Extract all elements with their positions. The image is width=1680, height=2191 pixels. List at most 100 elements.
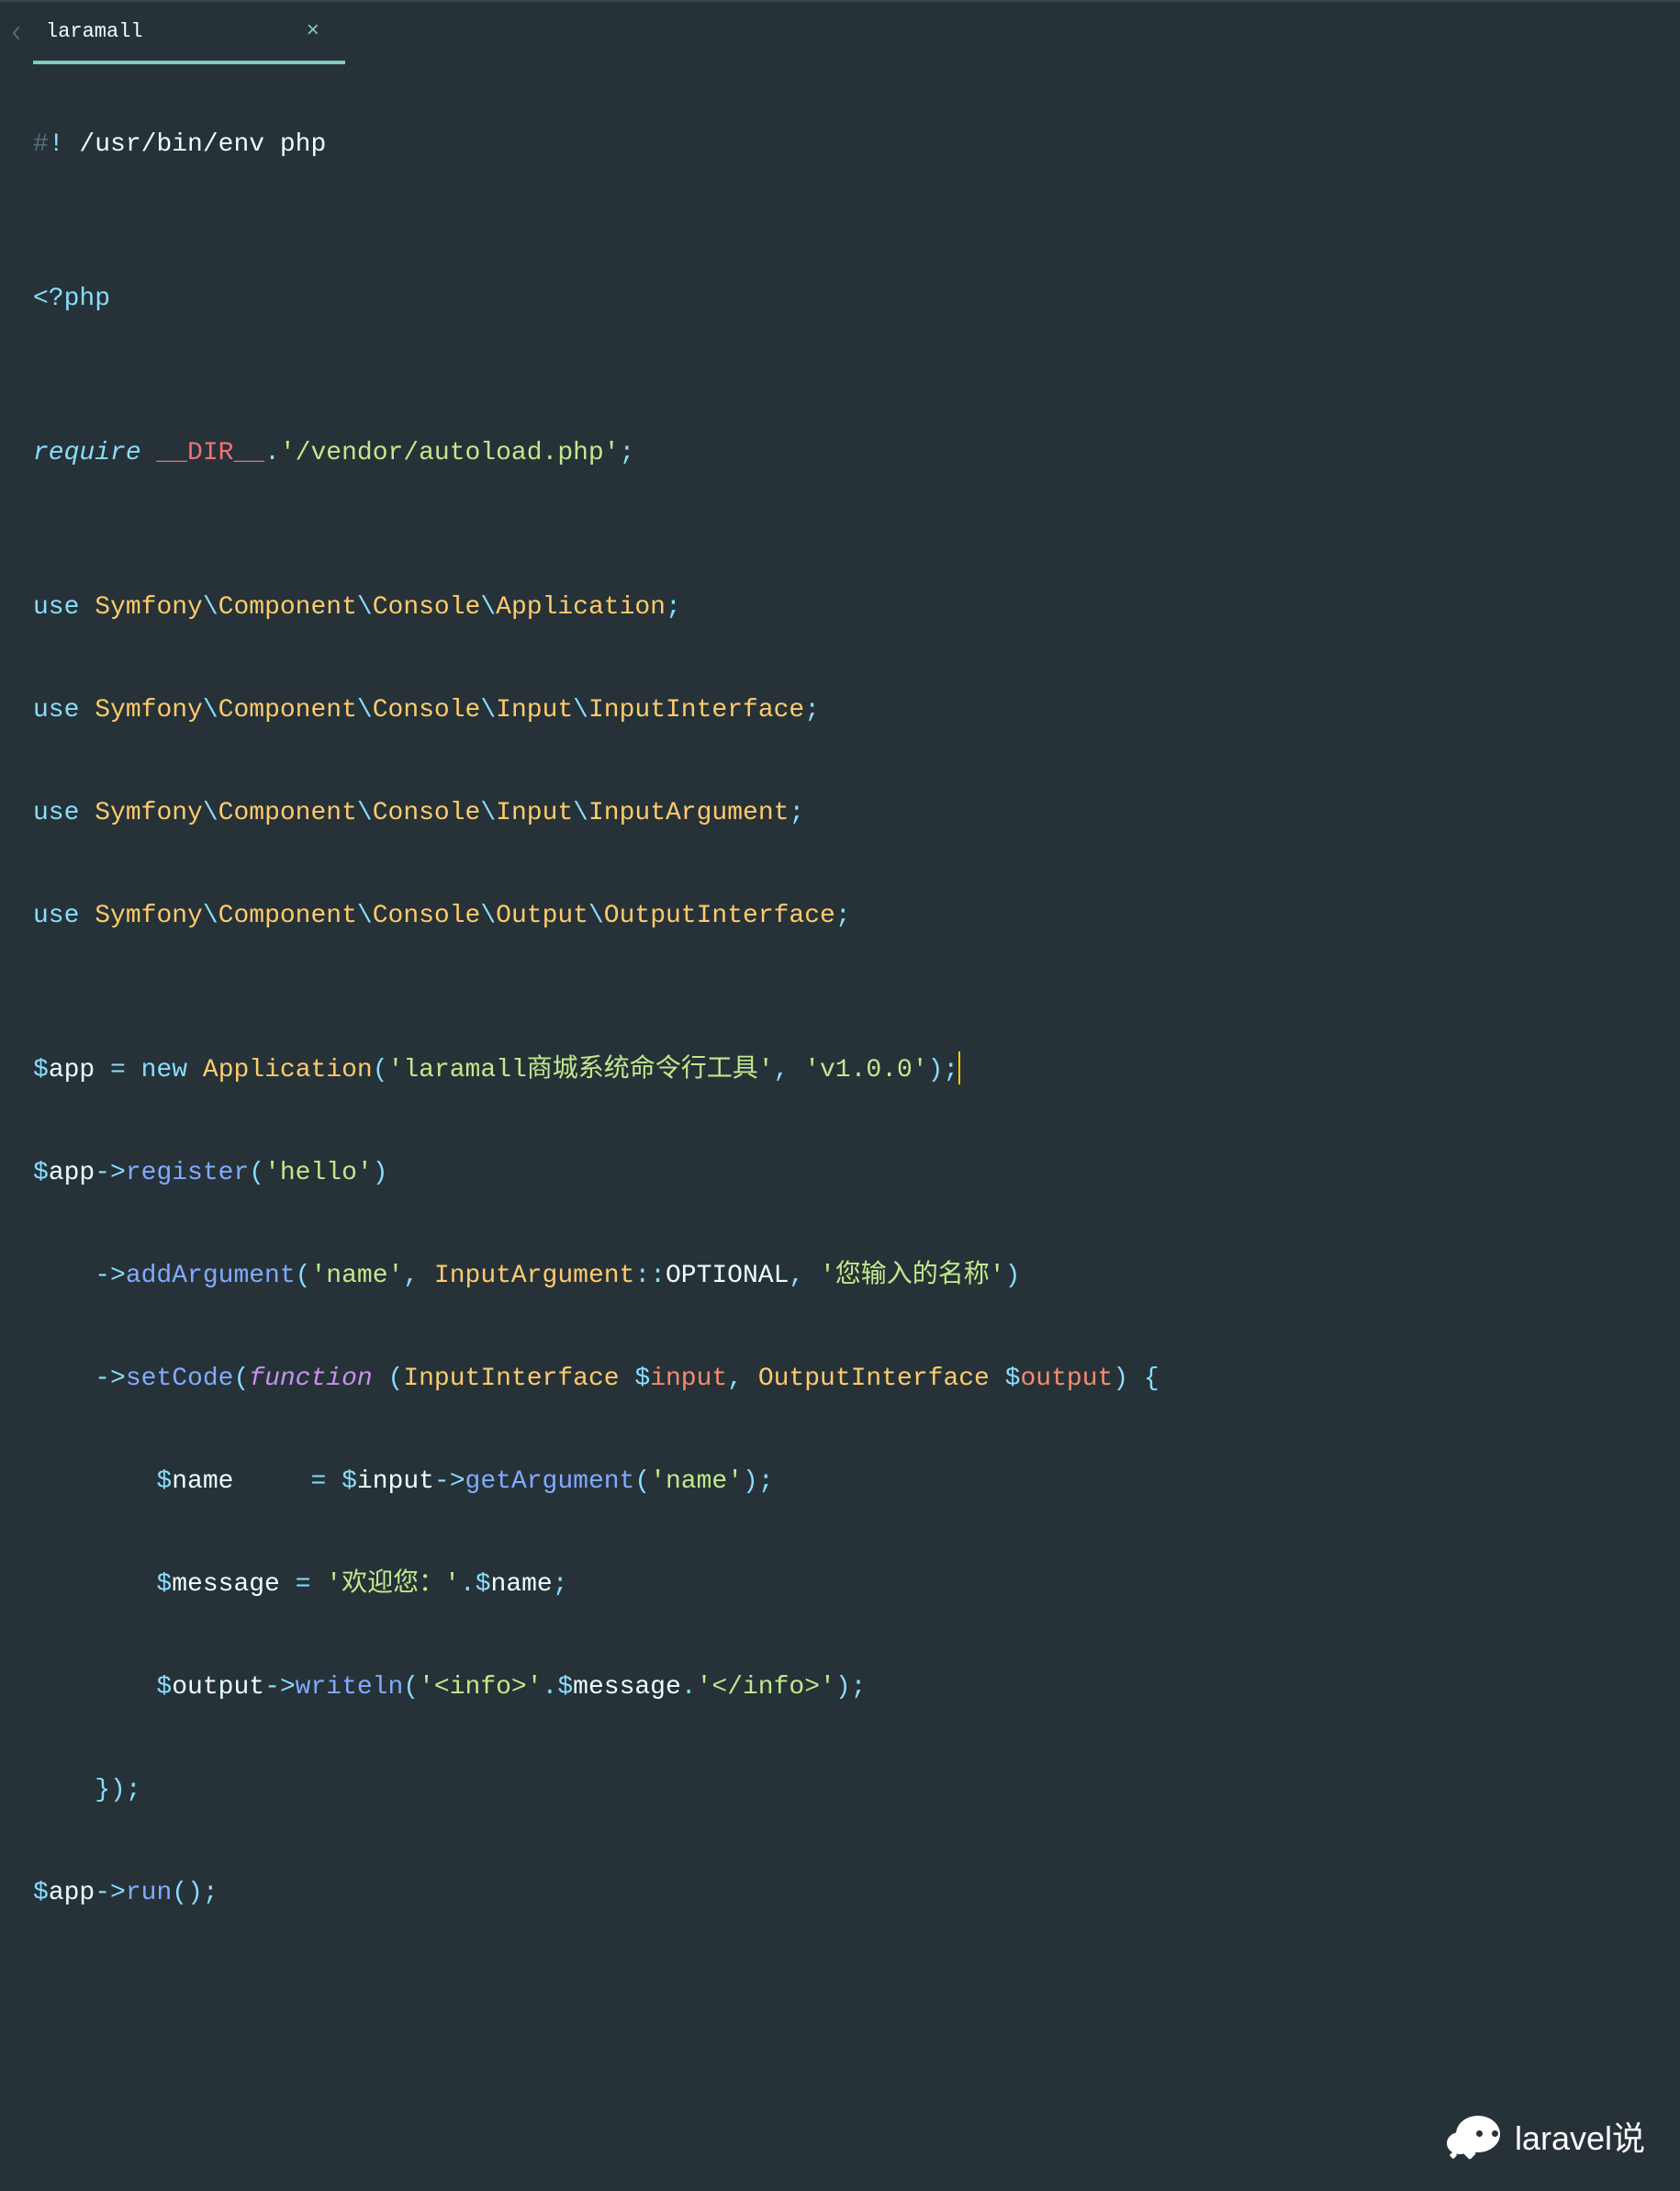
code-line: }); (33, 1765, 1680, 1816)
token: ; (758, 1467, 774, 1496)
token: name (491, 1570, 553, 1599)
token (233, 1467, 295, 1496)
token: writeln (296, 1673, 404, 1702)
token: '您输入的名称' (820, 1262, 1005, 1290)
token: app (49, 1879, 95, 1907)
token: ; (804, 696, 820, 725)
token: \ (588, 902, 604, 930)
token: Symfony (95, 593, 203, 622)
code-line: use Symfony\Component\Console\Input\Inpu… (33, 788, 1680, 839)
token: , (789, 1262, 820, 1290)
code-line-empty (33, 1816, 1680, 1868)
code-editor[interactable]: #! /usr/bin/env php <?php require __DIR_… (0, 64, 1680, 1919)
token: InputInterface (403, 1365, 619, 1393)
token: \ (357, 696, 373, 725)
token: Symfony (95, 799, 203, 827)
token: \ (203, 799, 218, 827)
token: InputArgument (434, 1262, 634, 1290)
token: $ (33, 1159, 49, 1187)
token: -> (95, 1365, 126, 1393)
code-line-empty (33, 222, 1680, 274)
code-line: $app->run(); (33, 1868, 1680, 1919)
token: = (280, 1570, 326, 1599)
token: app (49, 1056, 95, 1084)
token: Symfony (95, 696, 203, 725)
token: register (126, 1159, 249, 1187)
token: <? (33, 285, 64, 313)
code-line: use Symfony\Component\Console\Applicatio… (33, 582, 1680, 634)
token: ( (634, 1467, 650, 1496)
token: 'v1.0.0' (804, 1056, 927, 1084)
code-line: use Symfony\Component\Console\Input\Inpu… (33, 685, 1680, 736)
token: $ (342, 1467, 357, 1496)
token: \ (357, 593, 373, 622)
token: -> (434, 1467, 465, 1496)
token: \ (573, 799, 588, 827)
token: Console (373, 799, 481, 827)
token: use (33, 593, 79, 622)
token: ) (1005, 1262, 1021, 1290)
token: Console (373, 593, 481, 622)
token: ( (373, 1056, 388, 1084)
token: $ (156, 1673, 172, 1702)
token: $ (557, 1673, 573, 1702)
close-icon[interactable]: × (303, 19, 323, 44)
token: \ (480, 902, 496, 930)
token: new (141, 1056, 187, 1084)
token: 'hello' (264, 1159, 373, 1187)
code-line: <?php (33, 274, 1680, 325)
token: \ (480, 696, 496, 725)
token: { (1128, 1365, 1159, 1393)
token: ( (296, 1262, 311, 1290)
token: -> (95, 1159, 126, 1187)
code-line-empty (33, 1302, 1680, 1354)
tab-overflow-chevron-icon[interactable] (0, 2, 33, 64)
token: ) (743, 1467, 758, 1496)
token: \ (203, 593, 218, 622)
text-cursor (958, 1051, 960, 1084)
code-line: $app = new Application('laramall商城系统命令行工… (33, 1045, 1680, 1096)
token: $ (476, 1570, 491, 1599)
token: , (403, 1262, 434, 1290)
token: output (172, 1673, 264, 1702)
token: . (543, 1673, 558, 1702)
token: php (64, 285, 110, 313)
token: Console (373, 696, 481, 725)
token: getArgument (465, 1467, 635, 1496)
code-line-empty (33, 325, 1680, 376)
token: Component (218, 902, 357, 930)
token: '<info>' (419, 1673, 542, 1702)
token: = (95, 1056, 140, 1084)
token: OPTIONAL (666, 1262, 789, 1290)
token: }); (33, 1776, 141, 1804)
code-line: $app->register('hello') (33, 1148, 1680, 1199)
token: function (249, 1365, 372, 1393)
token: ) (835, 1673, 851, 1702)
token: InputArgument (588, 799, 789, 827)
token: \ (357, 902, 373, 930)
code-line-empty (33, 1713, 1680, 1765)
token: ; (943, 1056, 958, 1084)
token: use (33, 696, 79, 725)
token: Console (373, 902, 481, 930)
token: () (172, 1879, 203, 1907)
token: . (460, 1570, 476, 1599)
token: Component (218, 799, 357, 827)
token: Symfony (95, 902, 203, 930)
token: # (33, 130, 49, 159)
tab-laramall[interactable]: laramall × (33, 2, 345, 64)
code-line-empty (33, 1611, 1680, 1662)
token: ( (388, 1365, 404, 1393)
code-line: require __DIR__.'/vendor/autoload.php'; (33, 428, 1680, 479)
code-line-empty (33, 942, 1680, 994)
token: ; (203, 1879, 218, 1907)
token: $ (33, 1879, 49, 1907)
token: input (650, 1365, 727, 1393)
token: output (1020, 1365, 1113, 1393)
code-line-empty (33, 1405, 1680, 1456)
token: Application (496, 593, 666, 622)
token: /usr/bin/env php (64, 130, 327, 159)
token: , (727, 1365, 758, 1393)
token: \ (203, 696, 218, 725)
token: $ (156, 1570, 172, 1599)
